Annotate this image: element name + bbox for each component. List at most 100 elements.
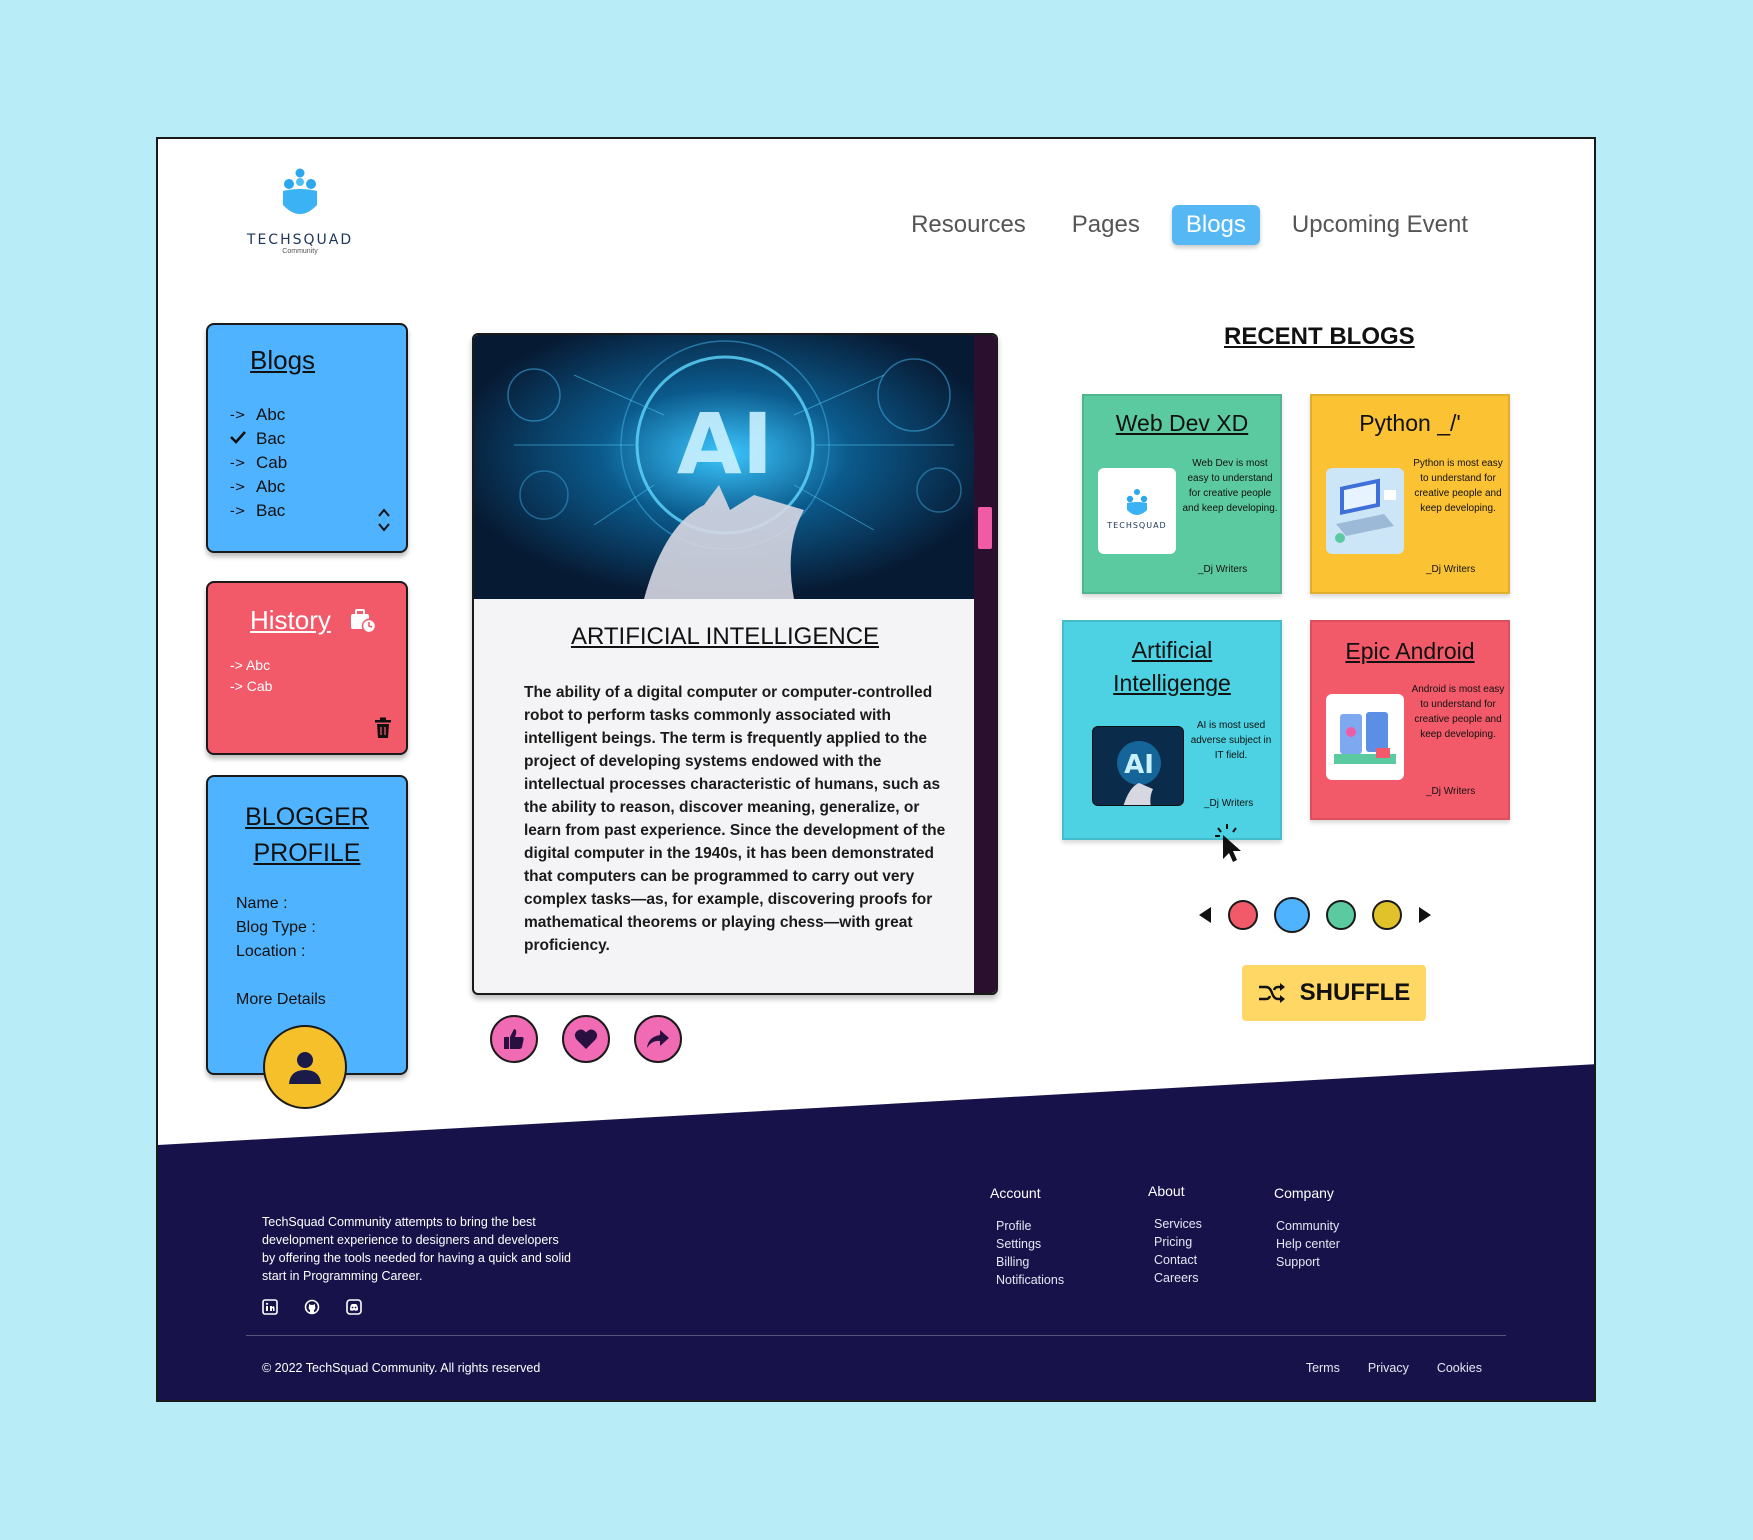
recent-blog-card[interactable]: Web Dev XD TECHSQUAD Web Dev is most eas… — [1082, 394, 1282, 594]
recent-blog-thumbnail — [1326, 694, 1404, 780]
footer-link[interactable]: Support — [1276, 1253, 1340, 1271]
footer-divider — [246, 1335, 1506, 1336]
shuffle-button[interactable]: SHUFFLE — [1242, 965, 1426, 1021]
footer-link[interactable]: Notifications — [996, 1271, 1064, 1289]
user-icon — [289, 1052, 321, 1084]
arrow-marker: -> — [230, 479, 246, 495]
history-list-item[interactable]: -> Abc — [230, 657, 272, 678]
discord-icon[interactable] — [346, 1299, 362, 1315]
recent-blog-title-line: Intelligenge — [1113, 670, 1231, 696]
thumb-brand-name: TECHSQUAD — [1106, 521, 1166, 530]
techsquad-logo-icon — [283, 168, 317, 214]
profile-location-label: Location : — [236, 943, 306, 960]
blogs-list-item[interactable]: -> Abc — [230, 403, 287, 427]
blogs-list-item[interactable]: -> Abc — [230, 475, 287, 499]
recent-blog-card[interactable]: Python _/' Python is most easy to unders… — [1310, 394, 1510, 594]
blogs-list-item[interactable]: -> Bac — [230, 499, 287, 523]
recent-blog-card-active[interactable]: Artificial Intelligenge AI AI is most us… — [1062, 620, 1282, 840]
article-body: The ability of a digital computer or com… — [524, 684, 946, 954]
recent-blog-title: Artificial Intelligenge — [1064, 634, 1280, 700]
recent-blog-description: Web Dev is most easy to understand for c… — [1182, 458, 1278, 514]
article-hero-image: AI — [474, 335, 976, 599]
pager-dot[interactable] — [1372, 900, 1402, 930]
footer-link[interactable]: Billing — [996, 1253, 1064, 1271]
footer-column-heading: Account — [990, 1185, 1041, 1201]
linkedin-icon[interactable] — [262, 1299, 278, 1315]
expand-collapse-icon[interactable] — [378, 507, 390, 533]
thumb-ai-text: AI — [1124, 750, 1154, 780]
recent-blog-author: _Dj Writers — [1198, 564, 1248, 575]
recent-blog-thumbnail — [1326, 468, 1404, 554]
arrow-marker: -> — [230, 678, 243, 694]
brand-name: TECHSQUAD — [246, 232, 354, 248]
nav-blogs[interactable]: Blogs — [1171, 205, 1260, 245]
footer-link[interactable]: Profile — [996, 1217, 1064, 1235]
shuffle-icon — [1258, 983, 1285, 1003]
footer-terms-link[interactable]: Terms — [1306, 1361, 1340, 1375]
footer-link[interactable]: Contact — [1154, 1251, 1202, 1269]
profile-fields: Name : Blog Type : Location : — [236, 895, 316, 967]
brand-logo[interactable]: TECHSQUAD Community — [240, 167, 360, 277]
share-arrow-icon — [647, 1030, 669, 1048]
scrollbar-thumb[interactable] — [978, 507, 992, 549]
previous-arrow-icon[interactable] — [1198, 906, 1212, 924]
nav-resources[interactable]: Resources — [897, 205, 1040, 245]
like-button[interactable] — [490, 1015, 538, 1063]
history-card-title[interactable]: History — [250, 605, 331, 636]
footer-link[interactable]: Services — [1154, 1215, 1202, 1233]
nav-upcoming-event[interactable]: Upcoming Event — [1278, 205, 1482, 245]
blogs-card: Blogs -> Abc Bac -> Cab -> Abc -> Bac — [206, 323, 408, 553]
footer-column-heading: Company — [1274, 1185, 1334, 1201]
social-links — [262, 1299, 362, 1315]
recent-blog-description: Python is most easy to understand for cr… — [1413, 458, 1503, 514]
nav-pages[interactable]: Pages — [1058, 205, 1154, 245]
history-item-label: Cab — [246, 678, 273, 694]
recent-blog-title: Epic Android — [1345, 638, 1475, 664]
blogs-list-item[interactable]: Bac — [230, 427, 287, 451]
trash-icon[interactable] — [374, 717, 392, 739]
arrow-marker: -> — [230, 503, 246, 519]
footer-privacy-link[interactable]: Privacy — [1368, 1361, 1409, 1375]
footer-cookies-link[interactable]: Cookies — [1437, 1361, 1482, 1375]
more-details-link[interactable]: More Details — [236, 991, 326, 1009]
recent-blog-card[interactable]: Epic Android Android is most easy to und… — [1310, 620, 1510, 820]
history-list-item[interactable]: -> Cab — [230, 678, 272, 699]
recent-blogs-title: RECENT BLOGS — [1224, 323, 1415, 350]
profile-card-title: BLOGGER PROFILE — [208, 799, 406, 871]
recent-blog-author: _Dj Writers — [1426, 786, 1476, 797]
history-list: -> Abc -> Cab — [230, 657, 272, 699]
avatar[interactable] — [263, 1025, 347, 1109]
blogs-item-label: Bac — [256, 501, 286, 520]
next-arrow-icon[interactable] — [1418, 906, 1432, 924]
footer-link[interactable]: Careers — [1154, 1269, 1202, 1287]
profile-name-label: Name : — [236, 895, 288, 912]
favorite-button[interactable] — [562, 1015, 610, 1063]
article-title: ARTIFICIAL INTELLIGENCE — [570, 623, 880, 650]
recent-blog-title: Web Dev XD — [1115, 410, 1249, 436]
article-scrollbar[interactable] — [974, 335, 996, 993]
recent-blog-title-line: Artificial — [1131, 637, 1213, 663]
footer-link[interactable]: Community — [1276, 1217, 1340, 1235]
profile-title-line: PROFILE — [253, 839, 361, 867]
blogs-item-label: Cab — [256, 453, 288, 472]
blogs-item-label: Abc — [256, 405, 286, 424]
brand-tagline: Community — [282, 248, 318, 255]
android-illustration-icon — [1334, 712, 1396, 764]
pager-dot-active[interactable] — [1274, 897, 1310, 933]
share-button[interactable] — [634, 1015, 682, 1063]
blogs-card-title[interactable]: Blogs — [250, 345, 315, 376]
blogs-list-item[interactable]: -> Cab — [230, 451, 287, 475]
pager-dot[interactable] — [1326, 900, 1356, 930]
pager-dot[interactable] — [1228, 900, 1258, 930]
footer-link[interactable]: Settings — [996, 1235, 1064, 1253]
laptop-illustration-icon — [1335, 478, 1396, 543]
carousel-pager — [1198, 897, 1432, 933]
footer-column-account: Account Profile Settings Billing Notific… — [990, 1185, 1064, 1289]
app-frame: TECHSQUAD Community Resources Pages Blog… — [156, 137, 1596, 1402]
github-icon[interactable] — [304, 1299, 320, 1315]
profile-title-line: BLOGGER — [245, 803, 369, 831]
footer-link[interactable]: Pricing — [1154, 1233, 1202, 1251]
footer-copyright: © 2022 TechSquad Community. All rights r… — [262, 1361, 541, 1375]
footer-link[interactable]: Help center — [1276, 1235, 1340, 1253]
shuffle-label: SHUFFLE — [1299, 979, 1411, 1006]
